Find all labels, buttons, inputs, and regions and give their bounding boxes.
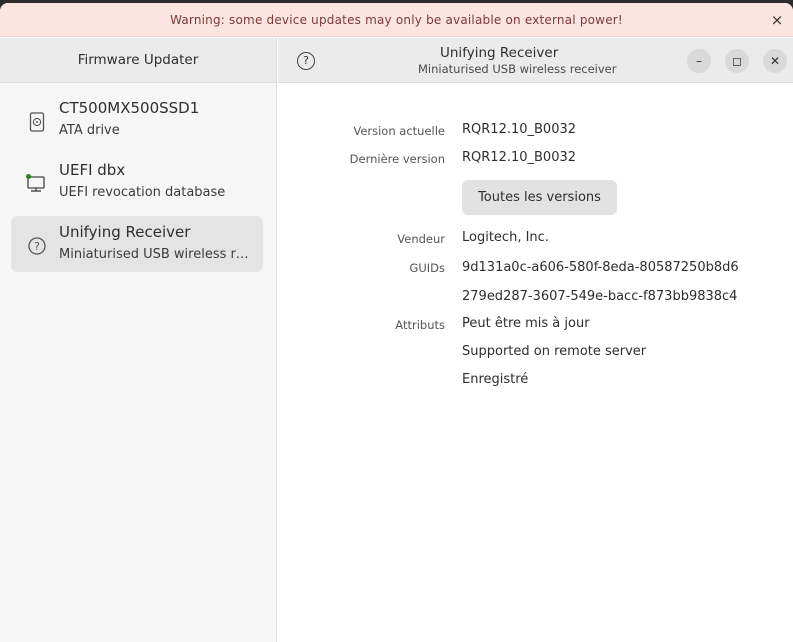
sidebar: Firmware Updater CT500MX500SSD1 ATA driv… bbox=[0, 38, 277, 642]
current-version-value: RQR12.10_B0032 bbox=[462, 122, 577, 137]
vendor-value: Logitech, Inc. bbox=[462, 230, 549, 245]
attribute-value: Supported on remote server bbox=[462, 344, 647, 359]
device-item-ct500mx500ssd1[interactable]: CT500MX500SSD1 ATA drive bbox=[11, 92, 263, 148]
guid-value: 9d131a0c-a606-580f-8eda-80587250b8d6 bbox=[462, 260, 739, 275]
main-header: ? Unifying Receiver Miniaturised USB wir… bbox=[278, 38, 793, 83]
computer-icon bbox=[26, 173, 48, 195]
attribute-value: Enregistré bbox=[462, 372, 529, 387]
latest-version-value: RQR12.10_B0032 bbox=[462, 150, 577, 165]
attribute-value: Peut être mis à jour bbox=[462, 316, 590, 331]
sidebar-header: Firmware Updater bbox=[0, 38, 276, 83]
drive-icon bbox=[26, 111, 48, 133]
svg-text:?: ? bbox=[34, 240, 40, 253]
device-name: CT500MX500SSD1 bbox=[59, 99, 200, 117]
current-version-label: Version actuelle bbox=[353, 124, 445, 138]
minimize-icon[interactable]: – bbox=[687, 49, 711, 73]
guids-label: GUIDs bbox=[409, 261, 445, 275]
banner-close-icon[interactable]: × bbox=[767, 10, 787, 30]
device-item-unifying-receiver[interactable]: ? Unifying Receiver Miniaturised USB wir… bbox=[11, 216, 263, 272]
device-item-uefi-dbx[interactable]: UEFI dbx UEFI revocation database bbox=[11, 154, 263, 210]
device-name: UEFI dbx bbox=[59, 161, 126, 179]
close-icon[interactable]: ✕ bbox=[763, 49, 787, 73]
guid-value: 279ed287-3607-549e-bacc-f873bb9838c4 bbox=[462, 289, 738, 304]
attributes-label: Attributs bbox=[395, 318, 445, 332]
app-title: Firmware Updater bbox=[77, 52, 199, 68]
device-description: UEFI revocation database bbox=[59, 185, 226, 200]
device-details: Version actuelle RQR12.10_B0032 Dernière… bbox=[278, 84, 793, 642]
device-title: Unifying Receiver bbox=[440, 45, 559, 61]
warning-banner: Warning: some device updates may only be… bbox=[0, 3, 793, 37]
device-description: Miniaturised USB wireless receiver bbox=[59, 247, 249, 262]
app-window: Warning: some device updates may only be… bbox=[0, 3, 793, 642]
vendor-label: Vendeur bbox=[397, 232, 445, 246]
warning-text: Warning: some device updates may only be… bbox=[170, 12, 623, 27]
maximize-icon[interactable]: ◻ bbox=[725, 49, 749, 73]
device-subtitle: Miniaturised USB wireless receiver bbox=[418, 62, 617, 76]
device-description: ATA drive bbox=[59, 123, 120, 138]
help-icon: ? bbox=[26, 235, 48, 257]
device-name: Unifying Receiver bbox=[59, 223, 191, 241]
device-list: CT500MX500SSD1 ATA drive UEFI dbx UEFI r… bbox=[11, 92, 263, 278]
all-versions-button[interactable]: Toutes les versions bbox=[462, 180, 617, 215]
help-button-icon[interactable]: ? bbox=[297, 52, 315, 70]
latest-version-label: Dernière version bbox=[349, 152, 445, 166]
